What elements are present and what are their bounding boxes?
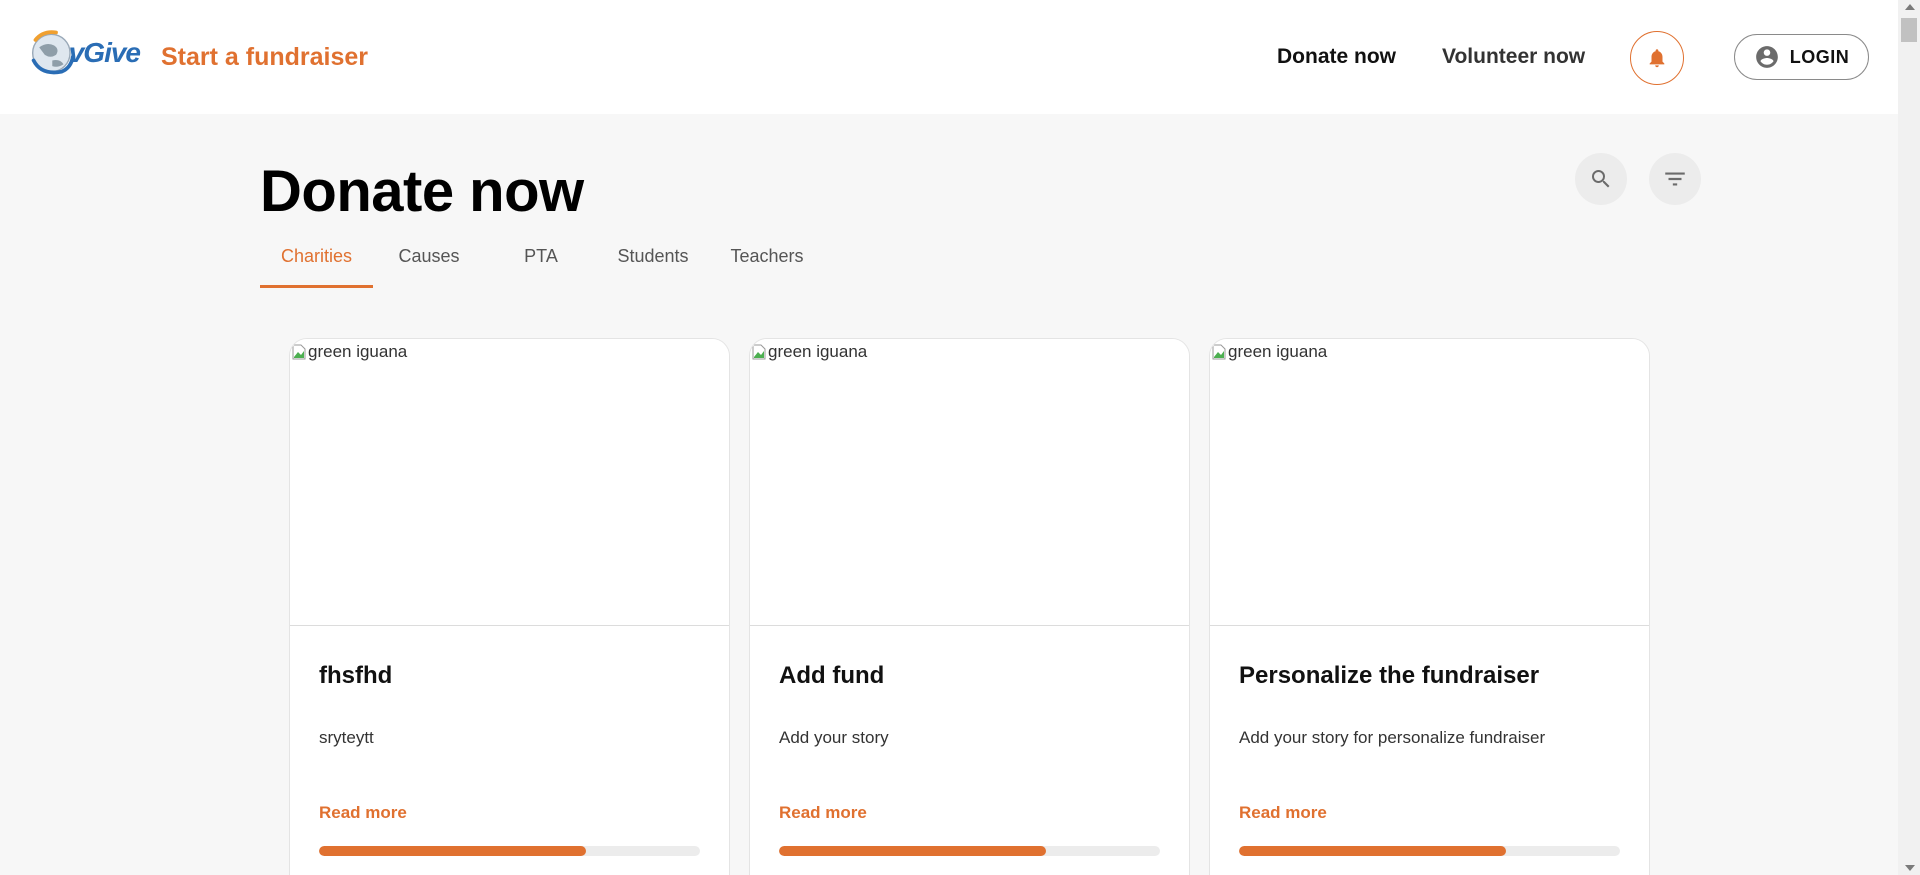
tab-students[interactable]: Students: [597, 240, 709, 288]
progress-fill: [319, 846, 586, 856]
broken-image: green iguana: [752, 342, 867, 362]
broken-image: green iguana: [292, 342, 407, 362]
page-title: Donate now: [260, 159, 584, 224]
scroll-thumb[interactable]: [1901, 18, 1917, 42]
image-alt-text: green iguana: [768, 342, 868, 361]
scroll-down-arrow-icon[interactable]: [1905, 865, 1915, 871]
card-title: Add fund: [779, 662, 885, 689]
bell-icon: [1649, 49, 1665, 68]
broken-image-icon: [1212, 344, 1226, 360]
card-description: Add your story for personalize fundraise…: [1239, 728, 1546, 747]
top-header: vGive Start a fundraiser Donate now Volu…: [0, 0, 1898, 114]
image-alt-text: green iguana: [1228, 342, 1328, 361]
scroll-up-arrow-icon[interactable]: [1905, 4, 1915, 10]
tab-causes[interactable]: Causes: [373, 240, 485, 288]
search-button[interactable]: [1575, 153, 1627, 205]
broken-image: green iguana: [1212, 342, 1327, 362]
card-description: Add your story: [779, 728, 889, 747]
card-image[interactable]: green iguana: [750, 339, 1189, 626]
tab-pta[interactable]: PTA: [485, 240, 597, 288]
notifications-button[interactable]: [1630, 31, 1684, 85]
progress-bar: [779, 846, 1160, 856]
card-title: fhsfhd: [319, 662, 393, 689]
category-tabs: Charities Causes PTA Students Teachers: [260, 240, 825, 288]
login-button[interactable]: LOGIN: [1734, 34, 1869, 80]
broken-image-icon: [292, 344, 306, 360]
card-title: Personalize the fundraiser: [1239, 662, 1540, 689]
card-image[interactable]: green iguana: [1210, 339, 1649, 626]
filter-icon: [1665, 172, 1685, 186]
search-icon: [1592, 170, 1610, 188]
filter-button[interactable]: [1649, 153, 1701, 205]
read-more-link[interactable]: Read more: [319, 803, 407, 823]
read-more-link[interactable]: Read more: [779, 803, 867, 823]
tab-charities[interactable]: Charities: [260, 240, 373, 288]
image-alt-text: green iguana: [308, 342, 408, 361]
globe-logo-icon: [31, 30, 75, 75]
tab-teachers[interactable]: Teachers: [709, 240, 825, 288]
fundraiser-card[interactable]: green iguana fhsfhd sryteytt Read more: [289, 338, 730, 875]
account-circle-icon: [1755, 46, 1778, 68]
progress-bar: [319, 846, 700, 856]
fundraiser-card[interactable]: green iguana Personalize the fundraiser …: [1209, 338, 1650, 875]
progress-fill: [1239, 846, 1506, 856]
page-scrollbar[interactable]: [1898, 0, 1920, 875]
card-image[interactable]: green iguana: [290, 339, 729, 626]
logo-wordmark: vGive: [68, 37, 141, 68]
progress-bar: [1239, 846, 1620, 856]
start-fundraiser-link[interactable]: Start a fundraiser: [161, 43, 368, 72]
progress-fill: [779, 846, 1046, 856]
read-more-link[interactable]: Read more: [1239, 803, 1327, 823]
card-description: sryteytt: [319, 728, 374, 747]
vgive-logo[interactable]: vGive: [28, 22, 141, 84]
broken-image-icon: [752, 344, 766, 360]
nav-volunteer-now[interactable]: Volunteer now: [1442, 45, 1585, 69]
fundraiser-card[interactable]: green iguana Add fund Add your story Rea…: [749, 338, 1190, 875]
nav-donate-now[interactable]: Donate now: [1277, 45, 1396, 69]
login-label: LOGIN: [1789, 46, 1850, 67]
